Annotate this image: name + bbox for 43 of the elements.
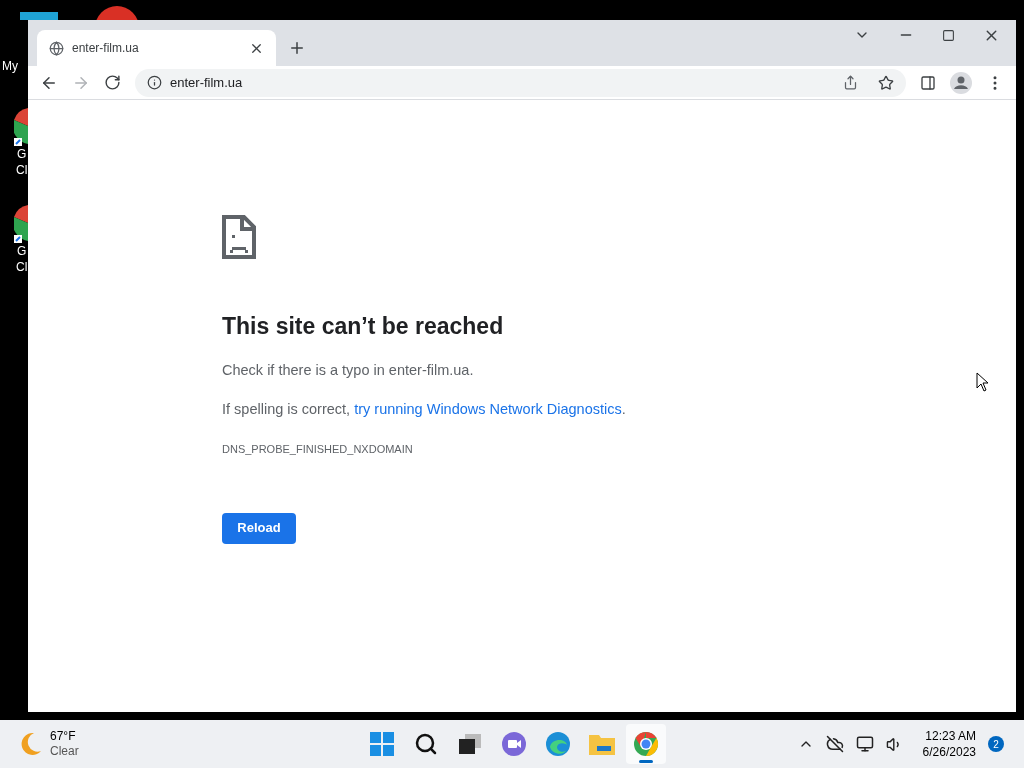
star-icon[interactable] xyxy=(878,74,894,91)
share-icon[interactable] xyxy=(843,75,858,90)
desktop-icon-label: G xyxy=(17,146,27,162)
clock-time[interactable]: 12:23 AM xyxy=(925,728,976,744)
shortcut-icon[interactable] xyxy=(14,205,28,243)
desktop-icon-label: My xyxy=(2,58,18,74)
cloud-off-icon[interactable] xyxy=(825,735,844,753)
desktop-icon-label: Cl xyxy=(16,259,28,275)
wave-logo-icon xyxy=(545,731,571,757)
sad-document-icon xyxy=(222,215,256,259)
tab-title: enter-film.ua xyxy=(72,40,140,57)
moon-icon xyxy=(20,732,42,756)
windows-logo-icon xyxy=(370,732,394,756)
error-hint: Check if there is a typo in enter-film.ua. xyxy=(222,360,474,380)
side-panel-icon[interactable] xyxy=(920,74,936,91)
weather-temperature: 67°F xyxy=(50,729,77,744)
weather-condition: Clear xyxy=(50,744,79,759)
profile-icon[interactable] xyxy=(950,71,972,94)
mouse-pointer-icon xyxy=(976,372,989,392)
diagnostics-link[interactable]: try running Windows Network Diagnostics xyxy=(354,401,622,418)
globe-icon xyxy=(49,40,64,56)
reload-icon[interactable] xyxy=(104,74,121,91)
network-icon[interactable] xyxy=(855,735,874,753)
address-bar[interactable]: enter-film.ua xyxy=(135,68,906,97)
task-view-icon xyxy=(459,734,481,754)
reload-button[interactable]: Reload xyxy=(222,512,296,544)
folder-icon xyxy=(589,733,615,755)
shortcut-icon[interactable] xyxy=(14,108,28,146)
maximize-icon[interactable] xyxy=(942,28,955,42)
info-icon xyxy=(147,75,162,90)
browser-logo-icon xyxy=(633,731,659,757)
error-code: DNS_PROBE_FINISHED_NXDOMAIN xyxy=(222,442,413,457)
desktop-icon-label: G xyxy=(17,243,27,259)
desktop-icon-label: Cl xyxy=(16,162,28,178)
browser-tab[interactable]: enter-film.ua xyxy=(37,30,276,66)
video-chat-icon xyxy=(501,732,527,756)
clock-date[interactable]: 6/26/2023 xyxy=(922,744,976,760)
search-icon xyxy=(414,732,438,756)
new-tab-icon[interactable] xyxy=(288,39,306,57)
error-suggestion: If spelling is correct, try running Windows Network Diagnostics. xyxy=(222,400,626,420)
address-text: enter-film.ua xyxy=(170,73,244,92)
notification-badge[interactable]: 2 xyxy=(988,736,1004,752)
error-heading: This site can’t be reached xyxy=(222,312,504,341)
